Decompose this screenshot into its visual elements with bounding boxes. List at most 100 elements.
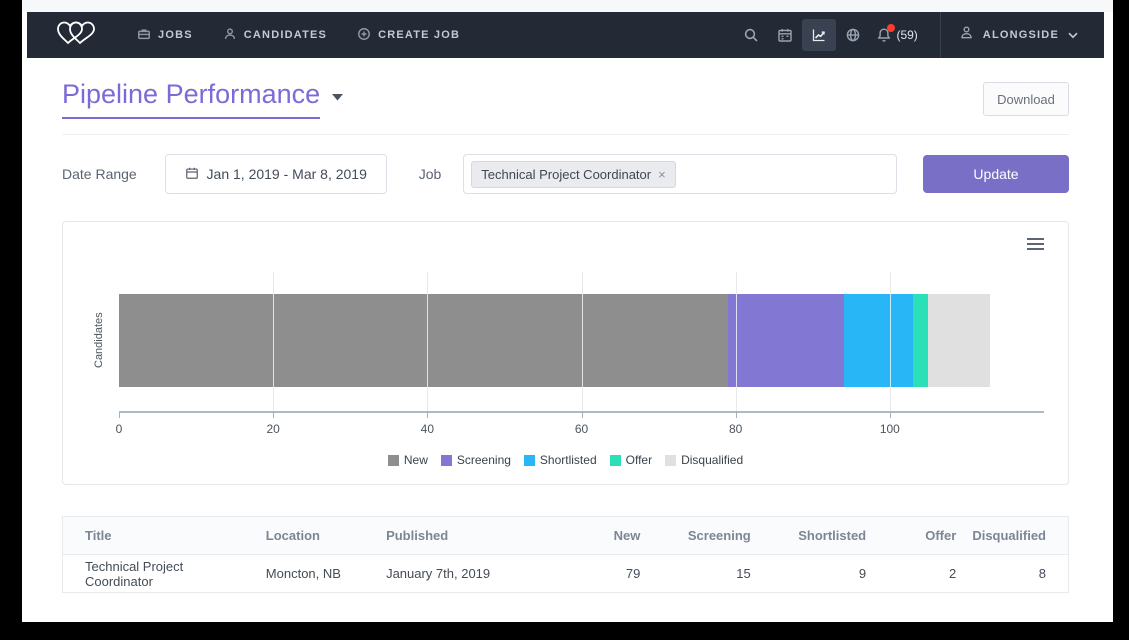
- date-range-input[interactable]: Jan 1, 2019 - Mar 8, 2019: [165, 154, 387, 194]
- legend-item-screening[interactable]: Screening: [441, 453, 511, 467]
- legend-swatch: [388, 455, 399, 466]
- x-tick-label-60: 60: [575, 422, 588, 436]
- gridline-overlay-40: [427, 294, 428, 387]
- job-tag-label: Technical Project Coordinator: [481, 167, 651, 182]
- x-tick-100: [890, 413, 891, 418]
- account-menu[interactable]: ALONGSIDE: [959, 25, 1078, 45]
- x-tick-label-100: 100: [880, 422, 900, 436]
- app-window: JOBS CANDIDATES CREATE JOB: [22, 0, 1113, 622]
- stacked-bar-candidates[interactable]: [119, 294, 990, 387]
- chart-y-axis-label: Candidates: [91, 294, 107, 387]
- bar-segment-new[interactable]: [119, 294, 728, 387]
- table-cell-offer: 2: [874, 555, 964, 593]
- table-header-title: Title: [63, 517, 258, 555]
- table-header-offer: Offer: [874, 517, 964, 555]
- candidate-icon: [223, 27, 237, 44]
- legend-swatch: [610, 455, 621, 466]
- download-button[interactable]: Download: [983, 82, 1069, 116]
- legend-item-offer[interactable]: Offer: [610, 453, 652, 467]
- bar-segment-disqualified[interactable]: [928, 294, 990, 387]
- report-selector[interactable]: Pipeline Performance: [62, 79, 343, 119]
- table-cell-location: Moncton, NB: [258, 555, 378, 593]
- legend-label: Disqualified: [681, 453, 743, 467]
- globe-icon[interactable]: [836, 19, 870, 51]
- legend-item-disqualified[interactable]: Disqualified: [665, 453, 743, 467]
- job-multiselect-input[interactable]: Technical Project Coordinator ×: [463, 154, 897, 194]
- navbar-divider: [940, 12, 941, 58]
- table-header-published: Published: [378, 517, 553, 555]
- legend-swatch: [441, 455, 452, 466]
- x-tick-label-80: 80: [729, 422, 742, 436]
- double-heart-logo-icon: [53, 17, 97, 54]
- update-button[interactable]: Update: [923, 155, 1069, 193]
- window-top-margin: [22, 0, 1113, 12]
- table-header: TitleLocationPublishedNewScreeningShortl…: [63, 517, 1069, 555]
- calendar-icon[interactable]: [768, 19, 802, 51]
- x-tick-80: [736, 413, 737, 418]
- gridline-overlay-80: [736, 294, 737, 387]
- legend-swatch: [524, 455, 535, 466]
- account-user-icon: [959, 25, 974, 45]
- caret-down-icon: [332, 88, 343, 106]
- legend-label: Offer: [626, 453, 652, 467]
- brand-logo[interactable]: [27, 17, 123, 54]
- x-tick-0: [119, 413, 120, 418]
- nav-item-create-job[interactable]: CREATE JOB: [357, 27, 460, 44]
- nav-item-label: JOBS: [158, 29, 193, 41]
- x-tick-label-0: 0: [116, 422, 123, 436]
- account-name: ALONGSIDE: [983, 29, 1059, 41]
- table-row[interactable]: Technical Project CoordinatorMoncton, NB…: [63, 555, 1069, 593]
- chart-plot: 020406080100: [119, 222, 1044, 486]
- briefcase-icon: [137, 27, 151, 44]
- top-navbar: JOBS CANDIDATES CREATE JOB: [27, 12, 1104, 58]
- plus-circle-icon: [357, 27, 371, 44]
- pipeline-stats-table: TitleLocationPublishedNewScreeningShortl…: [62, 516, 1069, 593]
- table-body: Technical Project CoordinatorMoncton, NB…: [63, 555, 1069, 593]
- calendar-small-icon: [185, 166, 199, 183]
- legend-label: New: [404, 453, 428, 467]
- nav-item-jobs[interactable]: JOBS: [137, 27, 193, 44]
- navbar-right: (59) ALONGSIDE: [734, 12, 1104, 58]
- legend-item-new[interactable]: New: [388, 453, 428, 467]
- table-header-new: New: [553, 517, 648, 555]
- nav-item-label: CANDIDATES: [244, 29, 327, 41]
- notifications-button[interactable]: (59): [876, 27, 917, 43]
- table-header-row: TitleLocationPublishedNewScreeningShortl…: [63, 517, 1069, 555]
- table-header-disqualified: Disqualified: [964, 517, 1068, 555]
- pipeline-chart-card: Candidates 020406080100 NewScreeningShor…: [62, 221, 1069, 485]
- chevron-down-icon: [1068, 26, 1078, 44]
- gridline-overlay-20: [273, 294, 274, 387]
- table-header-location: Location: [258, 517, 378, 555]
- table-header-screening: Screening: [648, 517, 758, 555]
- filter-bar: Date Range Jan 1, 2019 - Mar 8, 2019 Job…: [62, 154, 1069, 194]
- table-cell-screening: 15: [648, 555, 758, 593]
- nav-item-label: CREATE JOB: [378, 29, 460, 41]
- x-tick-60: [582, 413, 583, 418]
- job-label: Job: [419, 166, 442, 182]
- page-title: Pipeline Performance: [62, 79, 320, 119]
- table-header-shortlisted: Shortlisted: [759, 517, 874, 555]
- job-tag: Technical Project Coordinator ×: [471, 161, 675, 188]
- nav-item-candidates[interactable]: CANDIDATES: [223, 27, 327, 44]
- legend-item-shortlisted[interactable]: Shortlisted: [524, 453, 597, 467]
- x-tick-20: [273, 413, 274, 418]
- tag-close-icon[interactable]: ×: [658, 168, 666, 181]
- legend-swatch: [665, 455, 676, 466]
- title-row: Pipeline Performance Download: [62, 58, 1069, 119]
- table-cell-published: January 7th, 2019: [378, 555, 553, 593]
- date-range-value: Jan 1, 2019 - Mar 8, 2019: [207, 166, 367, 182]
- chart-icon[interactable]: [802, 19, 836, 51]
- date-range-label: Date Range: [62, 166, 137, 182]
- gridline-overlay-100: [890, 294, 891, 387]
- table-cell-disqualified: 8: [964, 555, 1068, 593]
- search-icon[interactable]: [734, 19, 768, 51]
- bar-segment-offer[interactable]: [913, 294, 928, 387]
- page-content: Pipeline Performance Download Date Range…: [22, 58, 1113, 593]
- legend-label: Screening: [457, 453, 511, 467]
- x-tick-label-40: 40: [421, 422, 434, 436]
- chart-legend: New Screening Shortlisted Offer Disqualified: [63, 453, 1068, 467]
- bar-segment-screening[interactable]: [728, 294, 844, 387]
- legend-label: Shortlisted: [540, 453, 597, 467]
- bar-segment-shortlisted[interactable]: [844, 294, 913, 387]
- x-tick-40: [427, 413, 428, 418]
